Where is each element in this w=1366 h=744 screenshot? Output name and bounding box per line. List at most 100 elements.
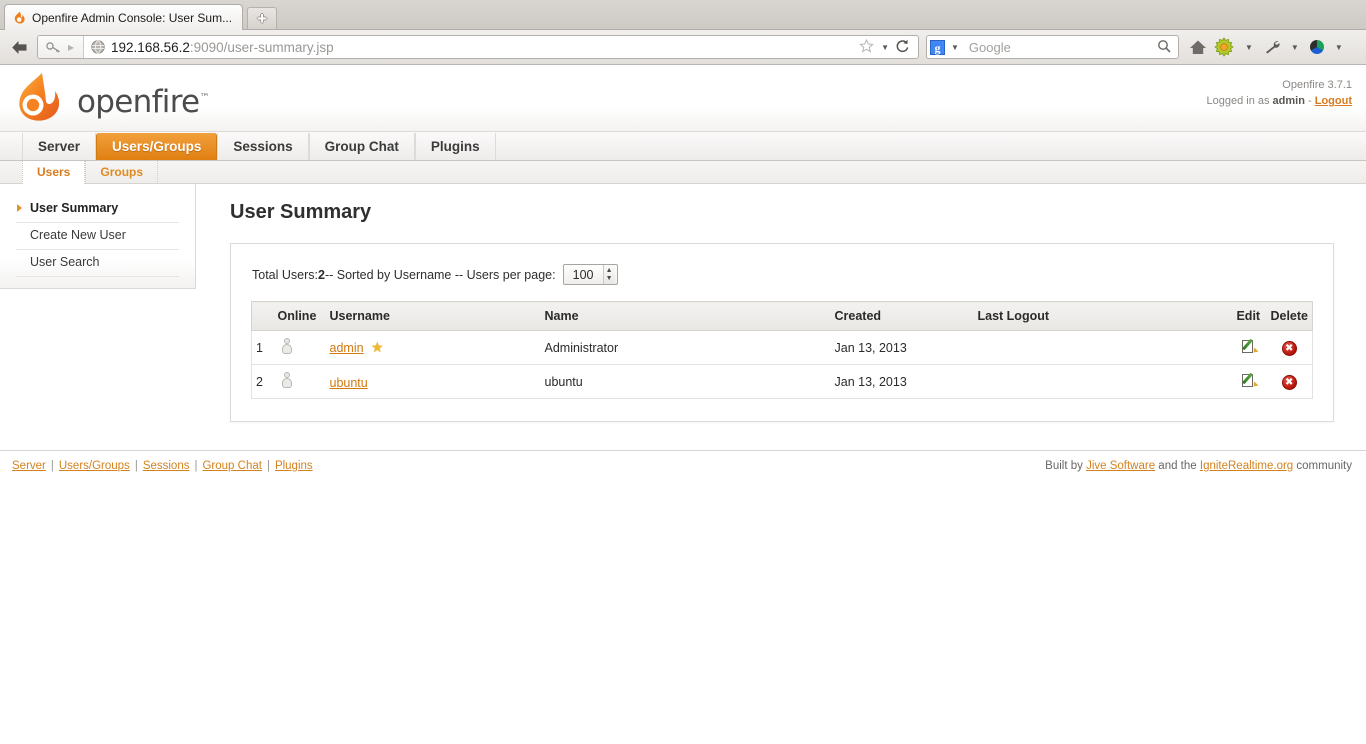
edit-pencil-icon[interactable] (1241, 372, 1259, 388)
footer-credits: Built by Jive Software and the IgniteRea… (1045, 460, 1352, 472)
footer-link-group-chat[interactable]: Group Chat (202, 460, 261, 472)
subtab-groups[interactable]: Groups (85, 160, 159, 184)
logged-in-status: Logged in as admin - Logout (1206, 95, 1352, 107)
row-last-logout (973, 364, 1233, 399)
ignite-realtime-link[interactable]: IgniteRealtime.org (1200, 460, 1293, 472)
row-index: 2 (251, 364, 274, 399)
row-created: Jan 13, 2013 (830, 330, 974, 365)
summary-middle: -- Sorted by Username -- Users per page: (324, 267, 556, 282)
tab-server[interactable]: Server (22, 133, 97, 160)
footer-link-sessions[interactable]: Sessions (143, 460, 190, 472)
spinner-up-icon[interactable]: ▲ (604, 267, 615, 275)
bookmark-star-icon[interactable] (856, 38, 877, 56)
browser-navbar: ▸ 192.168.56.2:9090/user-summary.jsp ▼ g… (0, 30, 1366, 64)
spinner-down-icon[interactable]: ▼ (604, 275, 615, 283)
table-row: 1 admin ★ Administrator Jan 13, 2013 ✖ (251, 330, 1314, 365)
wrench-icon[interactable] (1264, 40, 1280, 54)
user-offline-icon (281, 372, 292, 388)
username-link[interactable]: ubuntu (330, 376, 368, 390)
sidebar-item-user-search[interactable]: User Search (16, 250, 179, 277)
spinner-arrows[interactable]: ▲ ▼ (602, 265, 615, 284)
tab-users-groups[interactable]: Users/Groups (96, 133, 218, 160)
footer-link-users-groups[interactable]: Users/Groups (59, 460, 130, 472)
g-logo-icon: g (930, 39, 945, 55)
page-footer: Server | Users/Groups | Sessions | Group Chat |… (0, 450, 1366, 472)
logout-link[interactable]: Logout (1315, 95, 1352, 107)
browser-chrome: Openfire Admin Console: User Sum... + ▸ … (0, 0, 1366, 65)
footer-separator: | (134, 460, 138, 472)
row-index: 1 (251, 330, 274, 365)
search-bar[interactable]: g ▼ Google (926, 35, 1179, 59)
row-delete-cell[interactable]: ✖ (1266, 364, 1314, 399)
back-arrow-icon[interactable] (8, 36, 30, 58)
main-navigation-tabs: Server Users/Groups Sessions Group Chat … (0, 132, 1366, 161)
search-input[interactable]: Google (965, 40, 1155, 55)
built-by-suffix: community (1293, 460, 1352, 472)
chevron-right-icon (17, 204, 22, 212)
row-name: ubuntu (540, 364, 831, 399)
row-delete-cell[interactable]: ✖ (1266, 330, 1314, 365)
delete-icon[interactable]: ✖ (1281, 340, 1297, 356)
page-body: User Summary Create New User User Search… (0, 184, 1366, 422)
row-edit-cell[interactable] (1232, 330, 1267, 365)
subtab-users[interactable]: Users (22, 160, 86, 184)
search-engine-caret-icon[interactable]: ▼ (947, 43, 963, 52)
tab-plugins[interactable]: Plugins (414, 133, 496, 160)
reload-icon[interactable] (893, 38, 918, 56)
user-summary-panel: Total Users: 2 -- Sorted by Username -- … (230, 243, 1334, 422)
users-table-header: Online Username Name Created Last Logout… (251, 301, 1314, 331)
summary-prefix: Total Users: (252, 267, 318, 282)
tab-sessions[interactable]: Sessions (217, 133, 309, 160)
openfire-wordmark: openfire™ (77, 83, 209, 120)
footer-links: Server | Users/Groups | Sessions | Group Chat |… (12, 460, 313, 472)
bookmark-dropdown-caret-icon[interactable]: ▼ (877, 43, 893, 52)
footer-link-plugins[interactable]: Plugins (275, 460, 313, 472)
jive-software-link[interactable]: Jive Software (1086, 460, 1155, 472)
table-row: 2 ubuntu ubuntu Jan 13, 2013 ✖ (251, 364, 1314, 399)
edit-pencil-icon[interactable] (1241, 338, 1259, 354)
delete-icon[interactable]: ✖ (1281, 374, 1297, 390)
address-bar[interactable]: ▸ 192.168.56.2:9090/user-summary.jsp ▼ (37, 35, 919, 59)
row-created: Jan 13, 2013 (830, 364, 974, 399)
row-edit-cell[interactable] (1232, 364, 1267, 399)
user-offline-icon (281, 338, 292, 354)
key-icon[interactable]: ▸ (38, 36, 85, 58)
openfire-version: Openfire 3.7.1 (1282, 79, 1352, 91)
color-wheel-icon[interactable] (1309, 40, 1324, 54)
sidebar-item-label: User Search (30, 255, 100, 269)
openfire-logo[interactable]: openfire™ (12, 71, 209, 126)
users-table: Online Username Name Created Last Logout… (251, 301, 1314, 399)
new-tab-button[interactable]: + (247, 7, 278, 29)
sidebar: User Summary Create New User User Search (0, 184, 196, 289)
footer-separator: | (266, 460, 270, 472)
col-created: Created (830, 301, 974, 331)
browser-tab[interactable]: Openfire Admin Console: User Sum... (4, 4, 244, 30)
col-last-logout: Last Logout (973, 301, 1233, 331)
col-online: Online (273, 301, 326, 331)
tab-group-chat[interactable]: Group Chat (308, 133, 415, 160)
built-by-prefix: Built by (1045, 460, 1087, 472)
color-dropdown-caret-icon[interactable]: ▼ (1331, 43, 1347, 52)
sidebar-item-create-new-user[interactable]: Create New User (16, 223, 179, 250)
row-online-status (273, 364, 326, 399)
username-link[interactable]: admin (330, 341, 364, 355)
browser-tabstrip: Openfire Admin Console: User Sum... + (0, 0, 1366, 30)
row-name: Administrator (540, 330, 831, 365)
sidebar-item-user-summary[interactable]: User Summary (16, 196, 179, 223)
globe-icon (91, 40, 105, 54)
footer-separator: | (194, 460, 198, 472)
wrench-dropdown-caret-icon[interactable]: ▼ (1287, 43, 1303, 52)
search-icon[interactable] (1157, 39, 1176, 56)
header-account-info: Openfire 3.7.1 Logged in as admin - Logo… (1206, 77, 1352, 109)
users-per-page-value: 100 (572, 267, 594, 282)
row-last-logout (973, 330, 1233, 365)
gear-dropdown-caret-icon[interactable]: ▼ (1241, 43, 1257, 52)
browser-tab-title: Openfire Admin Console: User Sum... (32, 10, 233, 25)
home-icon[interactable] (1189, 39, 1207, 55)
url-host: 192.168.56.2 (111, 39, 190, 55)
users-per-page-select[interactable]: 100 ▲ ▼ (562, 264, 618, 285)
sidebar-item-label: User Summary (30, 201, 119, 215)
footer-link-server[interactable]: Server (12, 460, 46, 472)
gear-icon[interactable] (1214, 37, 1234, 57)
openfire-page: openfire™ Openfire 3.7.1 Logged in as ad… (0, 65, 1366, 472)
